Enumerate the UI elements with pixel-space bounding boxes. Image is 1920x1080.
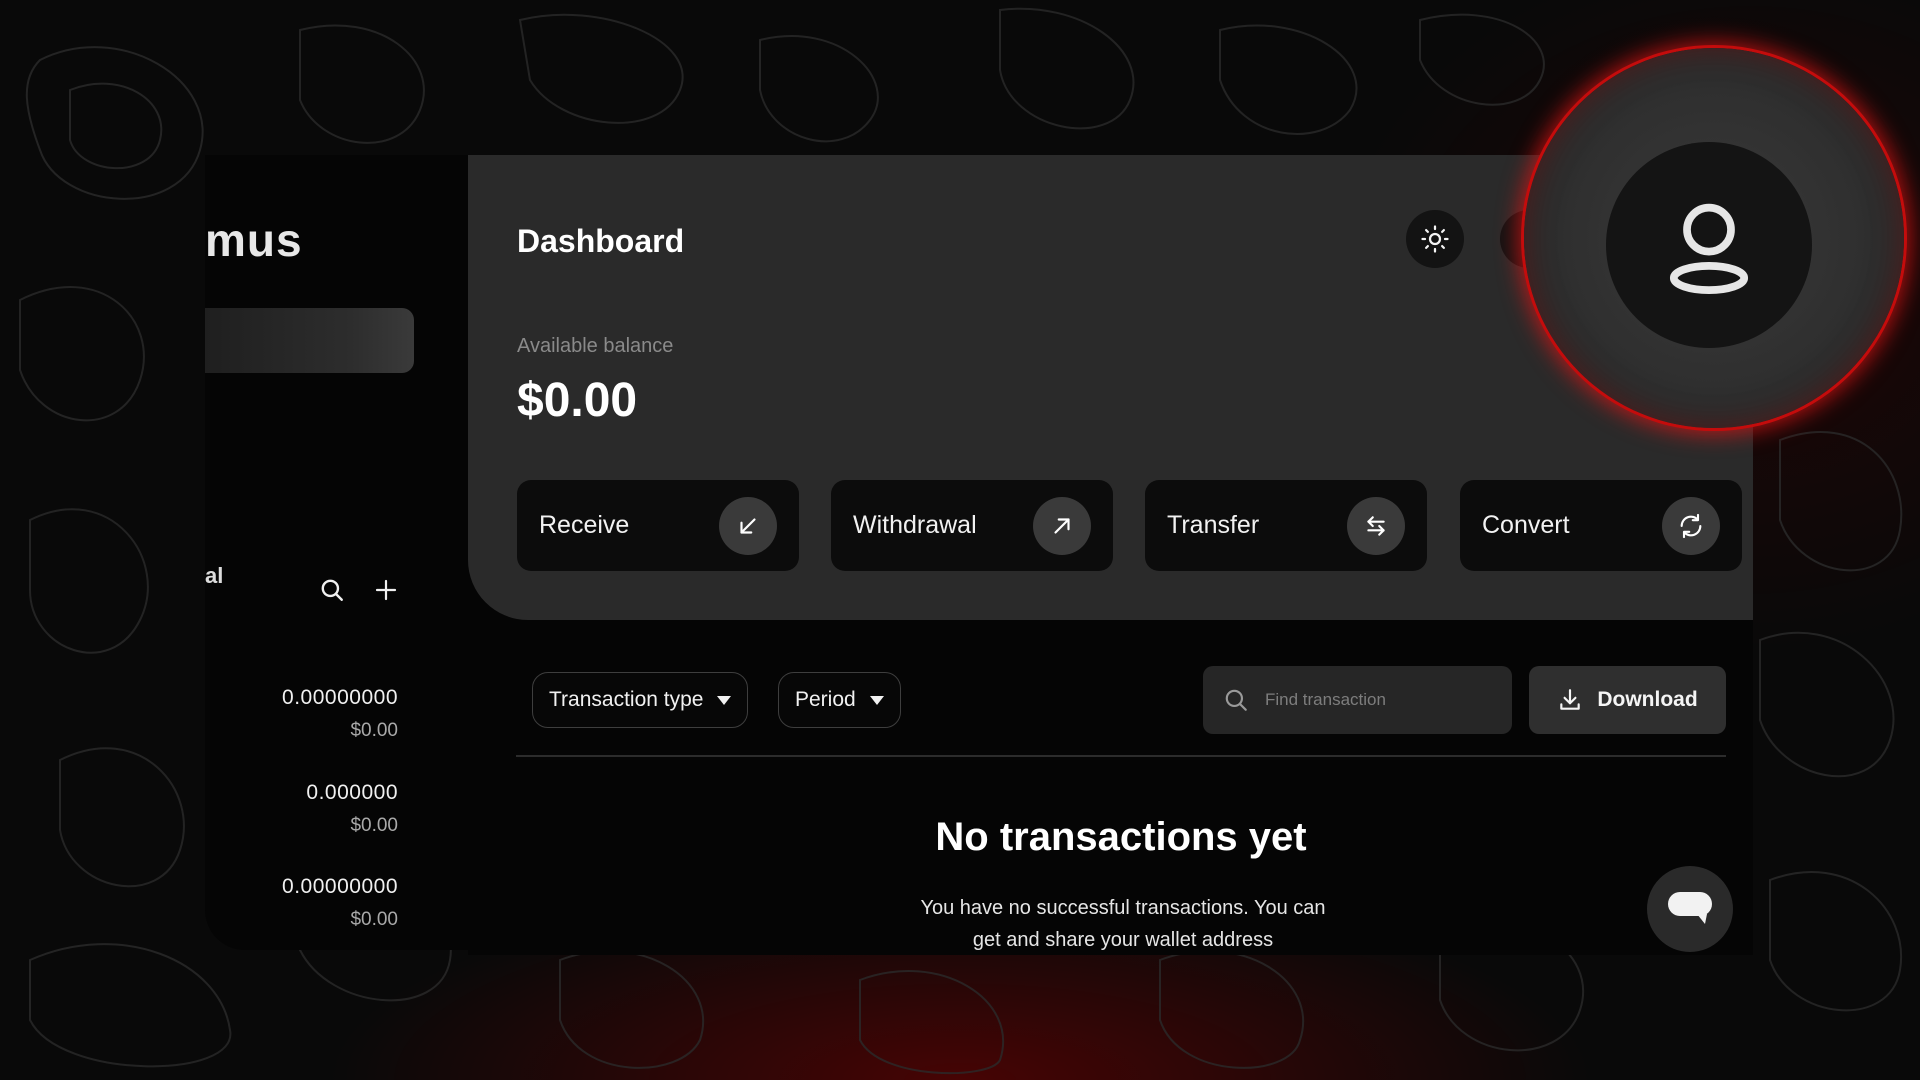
swap-arrows-icon <box>1347 496 1405 555</box>
sun-icon <box>1421 225 1449 253</box>
transfer-label: Transfer <box>1167 511 1260 539</box>
withdrawal-button[interactable]: Withdrawal <box>831 480 1113 571</box>
wallet-usd-value: $0.00 <box>350 909 398 930</box>
wallet-usd-value: $0.00 <box>350 720 398 741</box>
profile-avatar-button[interactable] <box>1606 142 1812 348</box>
sidebar-active-item[interactable] <box>205 308 414 373</box>
user-icon <box>1669 203 1749 294</box>
page-title: Dashboard <box>517 223 685 259</box>
wallet-amount: 0.00000000 <box>282 686 398 709</box>
transfer-button[interactable]: Transfer <box>1145 480 1427 571</box>
refresh-icon <box>1662 496 1720 555</box>
wallet-row[interactable]: 0.00000000 $0.00 <box>282 875 398 931</box>
withdrawal-label: Withdrawal <box>853 511 977 539</box>
sidebar: mus al 0.00000000 $0.00 0.000000 $0.00 0… <box>205 155 485 950</box>
empty-state-message: You have no successful transactions. You… <box>920 897 1326 951</box>
wallet-amount: 0.00000000 <box>282 875 398 898</box>
period-dropdown[interactable]: Period <box>778 672 901 728</box>
convert-button[interactable]: Convert <box>1460 480 1742 571</box>
wallet-row[interactable]: 0.000000 $0.00 <box>306 781 398 837</box>
add-wallet-icon[interactable] <box>371 575 401 605</box>
receive-button[interactable]: Receive <box>517 480 799 571</box>
balance-value: $0.00 <box>517 374 638 427</box>
brand-logo-text: mus <box>205 214 303 266</box>
search-input[interactable] <box>1263 689 1483 711</box>
wallet-amount: 0.000000 <box>306 781 398 804</box>
download-icon <box>1560 689 1581 710</box>
empty-state-title: No transactions yet <box>935 815 1307 859</box>
wallet-usd-value: $0.00 <box>350 815 398 836</box>
divider <box>516 755 1726 757</box>
caret-down-icon <box>869 695 884 705</box>
convert-label: Convert <box>1482 511 1570 539</box>
wallet-row[interactable]: 0.00000000 $0.00 <box>282 686 398 742</box>
arrow-up-right-icon <box>1033 496 1091 555</box>
arrow-down-left-icon <box>719 496 777 555</box>
receive-label: Receive <box>539 511 630 539</box>
download-button[interactable]: Download <box>1529 666 1726 734</box>
period-label: Period <box>795 688 856 711</box>
chat-support-button[interactable] <box>1647 866 1733 952</box>
wallets-section-label: al <box>205 563 224 588</box>
wallet-search-icon[interactable] <box>317 575 347 605</box>
transaction-search[interactable] <box>1203 666 1512 734</box>
theme-toggle-button[interactable] <box>1406 210 1464 268</box>
search-icon <box>1225 689 1247 711</box>
download-label: Download <box>1597 688 1698 711</box>
transaction-type-dropdown[interactable]: Transaction type <box>532 672 749 728</box>
caret-down-icon <box>717 695 732 705</box>
balance-label: Available balance <box>517 335 674 357</box>
transaction-type-label: Transaction type <box>549 688 704 711</box>
chat-bubble-icon <box>1668 892 1712 924</box>
